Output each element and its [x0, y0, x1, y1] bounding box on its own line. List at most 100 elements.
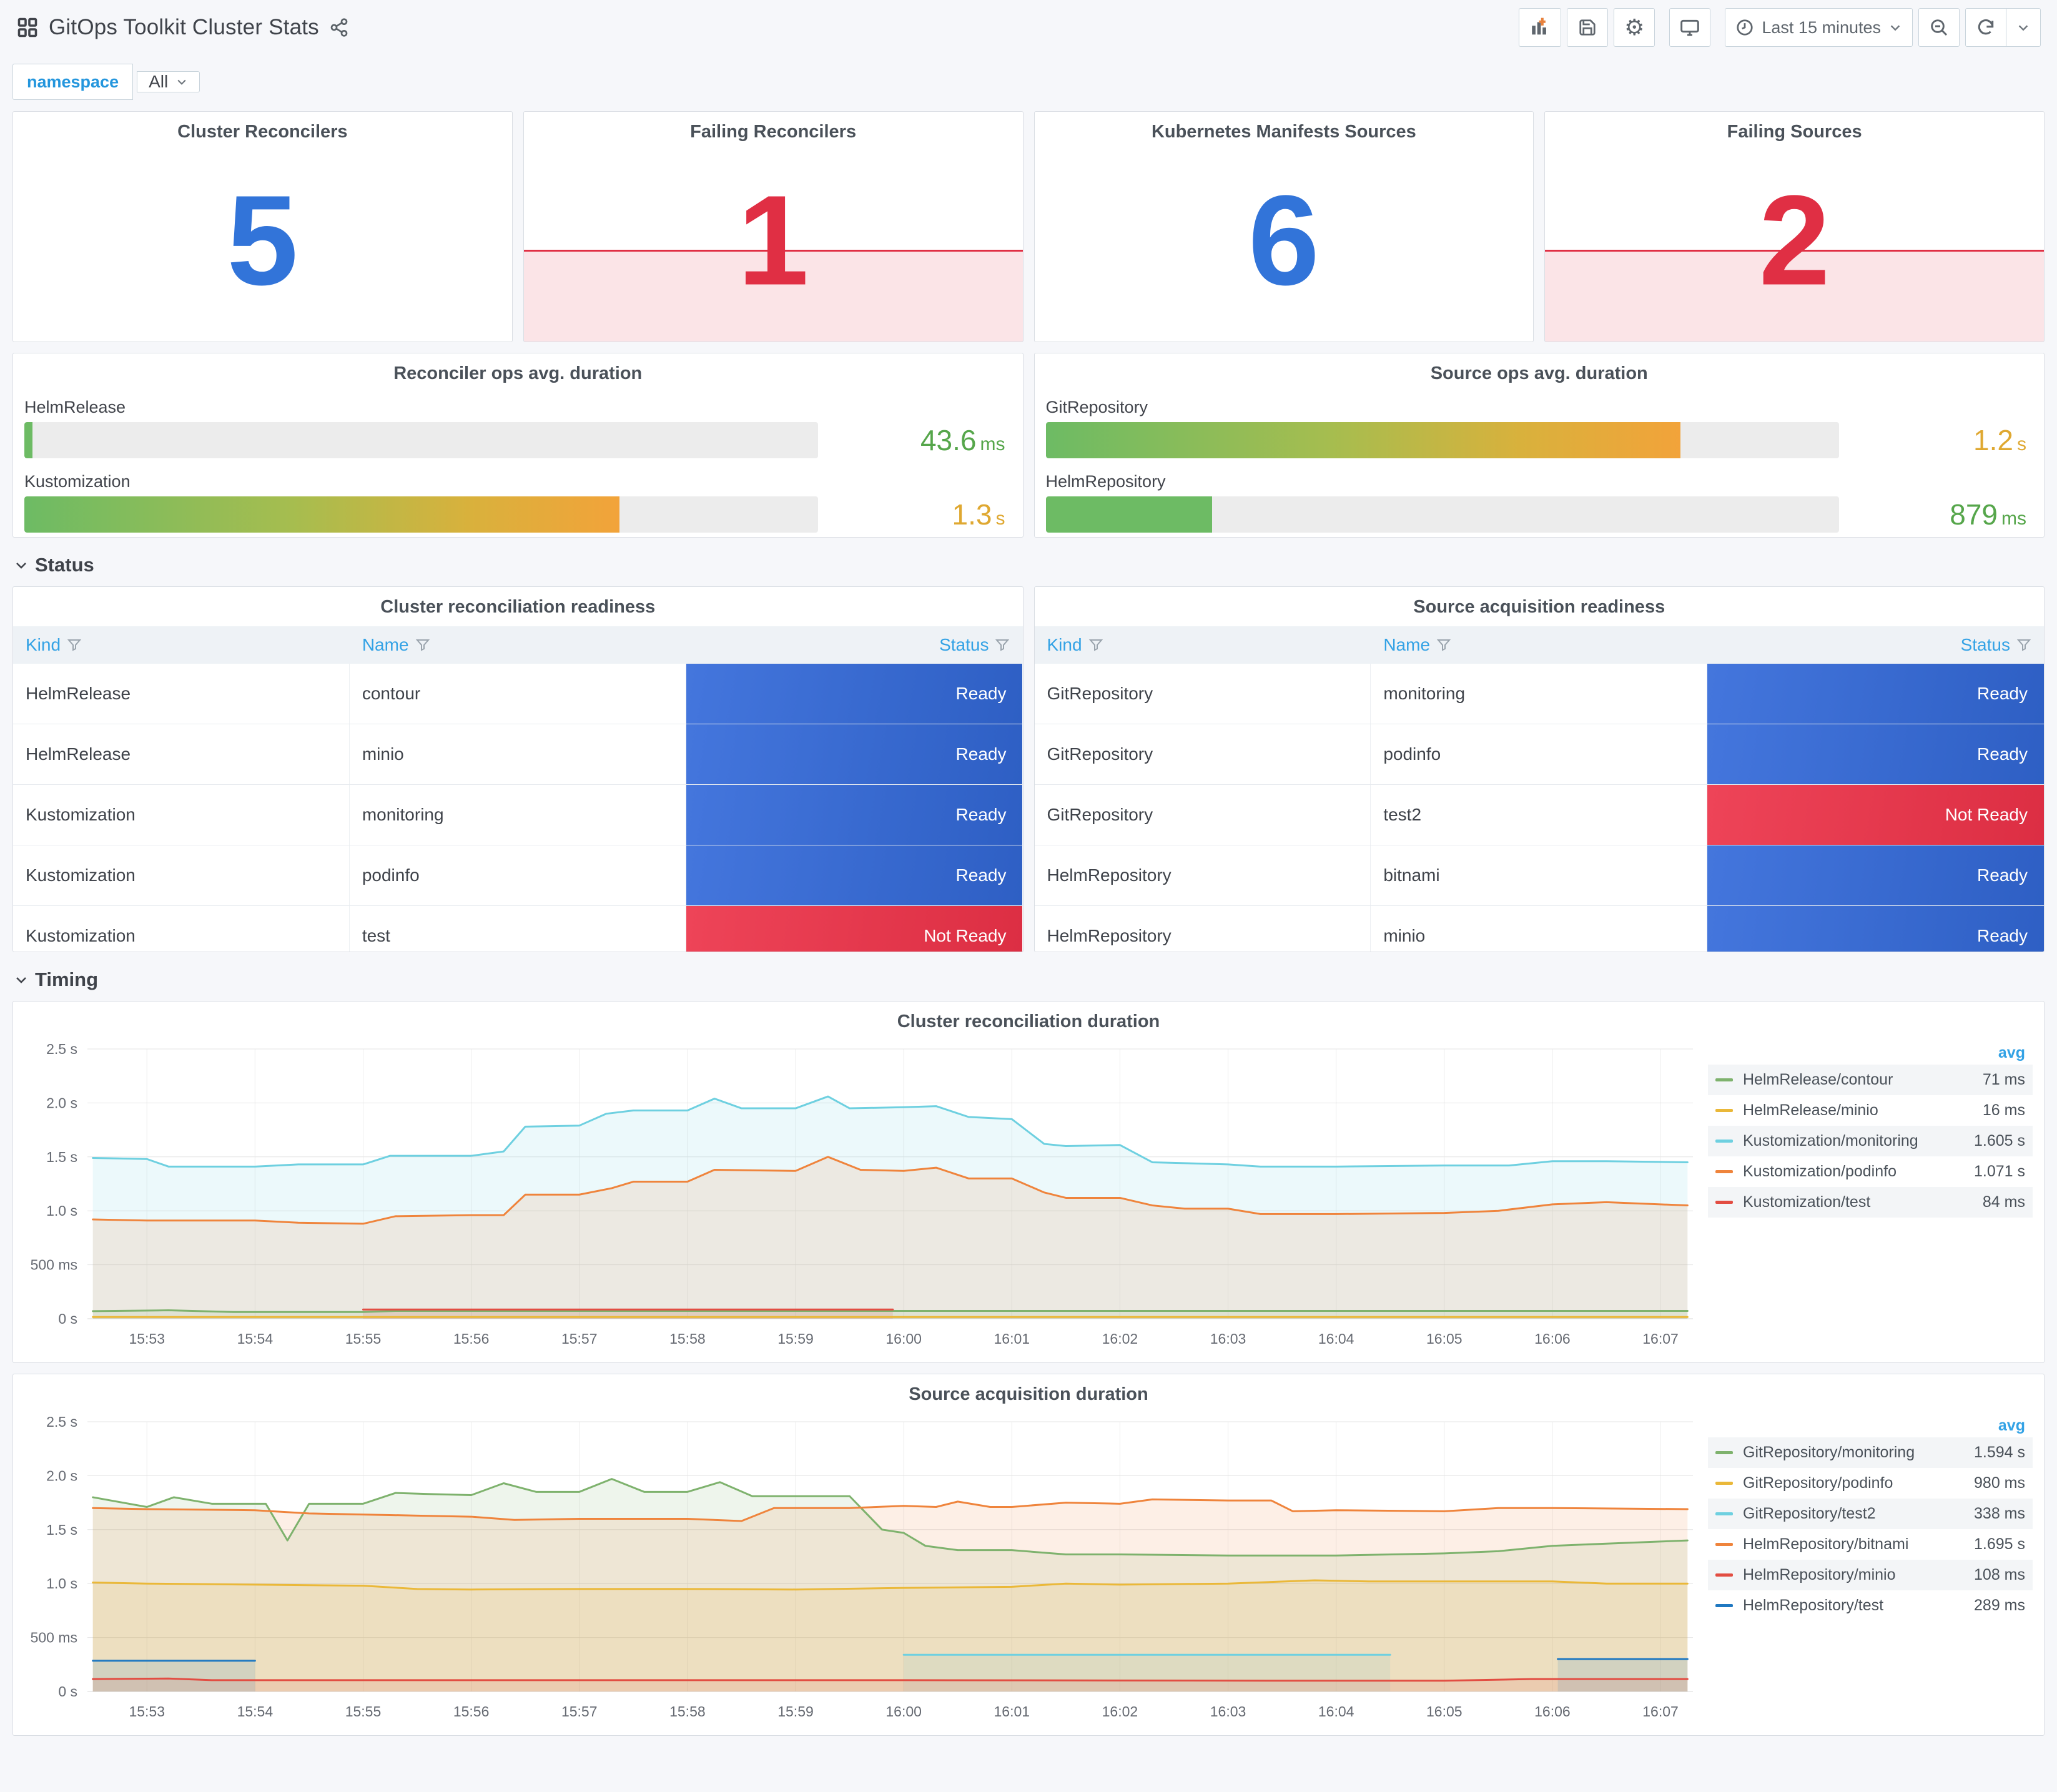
legend-series-name[interactable]: Kustomization/podinfo [1743, 1163, 1931, 1181]
add-panel-button[interactable] [1519, 8, 1562, 47]
svg-text:16:00: 16:00 [885, 1703, 922, 1720]
refresh-icon [1978, 19, 1994, 35]
column-header-status[interactable]: Status [1707, 626, 2044, 664]
namespace-variable-label[interactable]: namespace [12, 64, 134, 100]
gauge-value: 43.6 ms [818, 423, 1012, 457]
panel-title[interactable]: Source ops avg. duration [1043, 353, 2036, 384]
cell-name: minio [350, 724, 686, 784]
panel-title[interactable]: Source acquisition readiness [1035, 587, 2045, 618]
chart-plot-area[interactable]: 0 s 500 ms 1.0 s 1.5 s 2.0 s 2.5 s 15:53 15:54 1… [22, 1040, 1702, 1351]
svg-text:15:55: 15:55 [345, 1331, 382, 1347]
column-header-label: Status [939, 635, 989, 654]
time-range-picker[interactable]: Last 15 minutes [1725, 8, 1913, 47]
save-icon [1579, 19, 1596, 36]
panel-title[interactable]: Failing Reconcilers [524, 112, 1023, 142]
dashboard-settings-button[interactable]: ⚙ [1614, 8, 1655, 47]
stat-panel: Failing Sources 2 [1544, 111, 2045, 342]
magnifier-minus-icon [1931, 19, 1948, 36]
cell-status: Not Ready [686, 906, 1023, 952]
save-dashboard-button[interactable] [1567, 8, 1609, 47]
table-row: Kustomization podinfo Ready [13, 845, 1023, 906]
cell-status: Ready [1707, 664, 2044, 724]
gauge-fill [1045, 496, 1213, 533]
legend-series-name[interactable]: Kustomization/test [1743, 1193, 1931, 1211]
column-header-kind[interactable]: Kind [1035, 626, 1371, 664]
legend-series-name[interactable]: HelmRepository/test [1743, 1597, 1931, 1615]
svg-text:500 ms: 500 ms [31, 1257, 77, 1273]
series-color-swatch [1715, 1451, 1733, 1454]
gauge-track [1045, 496, 1839, 533]
column-header-name[interactable]: Name [350, 626, 686, 664]
legend-series-name[interactable]: HelmRepository/bitnami [1743, 1535, 1931, 1553]
panel-title[interactable]: Source acquisition duration [13, 1374, 2044, 1405]
gauge-fill [1045, 422, 1680, 458]
share-icon[interactable] [329, 17, 349, 37]
table-row: Kustomization test Not Ready [13, 906, 1023, 952]
panel-title[interactable]: Reconciler ops avg. duration [22, 353, 1014, 384]
column-header-status[interactable]: Status [686, 626, 1023, 664]
namespace-variable-dropdown[interactable]: All [137, 71, 200, 92]
gauge-track [24, 496, 818, 533]
chevron-down-icon [2018, 25, 2028, 31]
chevron-down-icon [16, 977, 26, 983]
column-header-label: Kind [26, 635, 61, 654]
svg-text:15:55: 15:55 [345, 1703, 382, 1720]
filter-funnel-icon[interactable] [1088, 638, 1103, 652]
bar-gauge-panel: Reconciler ops avg. duration HelmRelease 4… [12, 353, 1024, 538]
tv-mode-button[interactable] [1669, 8, 1711, 47]
panel-title[interactable]: Kubernetes Manifests Sources [1035, 112, 1534, 142]
gauge-label: HelmRelease [24, 398, 126, 416]
legend-series-name[interactable]: GitRepository/monitoring [1743, 1444, 1931, 1462]
apps-grid-icon[interactable] [16, 16, 39, 39]
filter-funnel-icon[interactable] [2016, 638, 2031, 652]
legend-series-name[interactable]: HelmRelease/contour [1743, 1071, 1931, 1089]
svg-text:16:02: 16:02 [1102, 1331, 1138, 1347]
dashboard: GitOps Toolkit Cluster Stats ⚙ Last 15 m… [0, 0, 2057, 1792]
gauge-fill [24, 496, 619, 533]
legend-series-avg: 1.071 s [1973, 1163, 2025, 1180]
legend-series-name[interactable]: GitRepository/podinfo [1743, 1474, 1931, 1492]
cell-status: Ready [686, 785, 1023, 845]
cell-name: test2 [1371, 785, 1708, 845]
refresh-interval-dropdown[interactable] [2006, 8, 2041, 47]
section-status[interactable]: Status [14, 554, 2045, 576]
column-header-label: Kind [1047, 635, 1082, 654]
legend-series-name[interactable]: HelmRepository/minio [1743, 1566, 1931, 1584]
svg-text:15:57: 15:57 [561, 1331, 598, 1347]
panel-title[interactable]: Failing Sources [1545, 112, 2044, 142]
column-header-name[interactable]: Name [1371, 626, 1707, 664]
column-header-kind[interactable]: Kind [13, 626, 350, 664]
variables-bar: namespace All [12, 64, 2045, 100]
filter-funnel-icon[interactable] [67, 638, 82, 652]
section-timing[interactable]: Timing [14, 968, 2045, 991]
svg-text:16:07: 16:07 [1642, 1331, 1679, 1347]
cell-status: Ready [686, 664, 1023, 724]
cell-name: podinfo [1371, 724, 1708, 784]
gauges-row: Reconciler ops avg. duration HelmRelease 4… [12, 353, 2045, 538]
cell-kind: HelmRepository [1035, 845, 1371, 905]
zoom-out-button[interactable] [1918, 8, 1960, 47]
refresh-button[interactable] [1965, 8, 2006, 47]
gauge-item: Kustomization 1.3 s [22, 472, 1014, 533]
filter-funnel-icon[interactable] [995, 638, 1010, 652]
stat-panel: Cluster Reconcilers 5 [12, 111, 513, 342]
panel-title[interactable]: Cluster Reconcilers [13, 112, 512, 142]
gauge-item: GitRepository 1.2 s [1043, 398, 2036, 458]
legend-series-name[interactable]: Kustomization/monitoring [1743, 1132, 1931, 1150]
cell-status: Not Ready [1707, 785, 2044, 845]
gear-icon: ⚙ [1624, 14, 1645, 40]
panel-title[interactable]: Cluster reconciliation duration [13, 1002, 2044, 1032]
filter-funnel-icon[interactable] [1436, 638, 1451, 652]
filter-funnel-icon[interactable] [415, 638, 430, 652]
table-row: HelmRepository minio Ready [1035, 906, 2045, 952]
legend-series-name[interactable]: HelmRelease/minio [1743, 1101, 1931, 1120]
cell-kind: GitRepository [1035, 724, 1371, 784]
panel-title[interactable]: Cluster reconciliation readiness [13, 587, 1023, 618]
cell-status: Ready [686, 724, 1023, 784]
cell-name: minio [1371, 906, 1708, 952]
legend-series-avg: 980 ms [1974, 1474, 2025, 1492]
clock-icon [1737, 19, 1754, 36]
svg-text:15:56: 15:56 [453, 1331, 490, 1347]
chart-plot-area[interactable]: 0 s 500 ms 1.0 s 1.5 s 2.0 s 2.5 s 15:53 15:54 1… [22, 1413, 1702, 1724]
legend-series-name[interactable]: GitRepository/test2 [1743, 1505, 1931, 1523]
